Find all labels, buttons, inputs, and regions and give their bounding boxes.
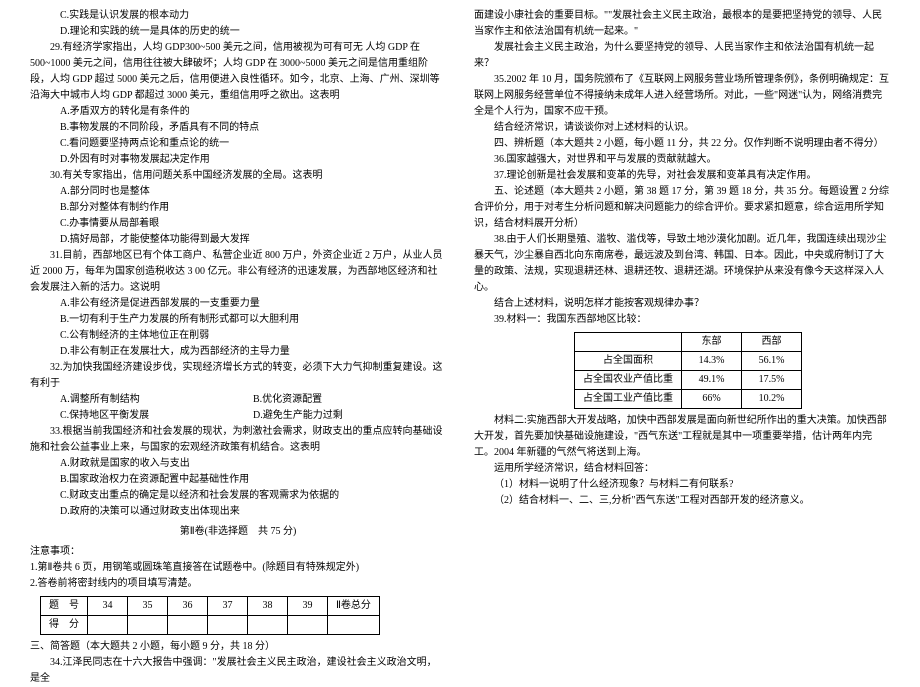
q39-sub2: （2）结合材料一、二、三,分析"西气东送"工程对西部开发的经济意义。 — [474, 493, 890, 509]
q30-opt-c: C.办事情要从局部着眼 — [30, 216, 446, 232]
q31-opt-d: D.非公有制正在发展壮大，成为西部经济的主导力量 — [30, 344, 446, 360]
compare-table: 东部 西部 占全国面积 14.3% 56.1% 占全国农业产值比重 49.1% … — [574, 332, 802, 409]
material-2: 材料二:实施西部大开发战略，加快中西部发展是面向新世纪所作出的重大决策。加快西部… — [474, 413, 890, 461]
q31-opt-a: A.非公有经济是促进西部发展的一支重要力量 — [30, 296, 446, 312]
q29-stem: 29.有经济学家指出，人均 GDP300~500 美元之间，信用被视为可有可无 … — [30, 40, 446, 104]
q30-opt-d: D.搞好局部，才能使整体功能得到最大发挥 — [30, 232, 446, 248]
q31-stem: 31.目前，西部地区已有个体工商户、私营企业近 800 万户，外资企业近 2 万… — [30, 248, 446, 296]
score-blank — [328, 616, 380, 635]
q39-stem: 39.材料一：我国东西部地区比较： — [474, 312, 890, 328]
cmp-r2-east: 49.1% — [682, 371, 742, 390]
q31-opt-c: C.公有制经济的主体地位正在削弱 — [30, 328, 446, 344]
q32-opts-cd: C.保持地区平衡发展 D.避免生产能力过剩 — [30, 408, 446, 424]
score-blank — [248, 616, 288, 635]
cmp-r1-west: 56.1% — [742, 352, 802, 371]
notice-label: 注意事项： — [30, 544, 446, 560]
q32-opts-ab: A.调整所有制结构 B.优化资源配置 — [30, 392, 446, 408]
cmp-east: 东部 — [682, 333, 742, 352]
q35-stem: 35.2002 年 10 月，国务院颁布了《互联网上网服务营业场所管理条例》，条… — [474, 72, 890, 120]
cmp-r3-west: 10.2% — [742, 390, 802, 409]
score-blank — [128, 616, 168, 635]
q31-opt-b: B.一切有利于生产力发展的所有制形式都可以大胆利用 — [30, 312, 446, 328]
part3-heading: 三、简答题（本大题共 2 小题，每小题 9 分，共 18 分） — [30, 639, 446, 655]
q35-question: 结合经济常识，请谈谈你对上述材料的认识。 — [474, 120, 890, 136]
score-col-total: Ⅱ卷总分 — [328, 597, 380, 616]
cmp-r3-east: 66% — [682, 390, 742, 409]
q28-opt-d: D.理论和实践的统一是具体的历史的统一 — [30, 24, 446, 40]
q34-question: 发展社会主义民主政治，为什么要坚持党的领导、人民当家作主和依法治国有机统一起来？ — [474, 40, 890, 72]
cmp-r3-label: 占全国工业产值比重 — [575, 390, 682, 409]
score-col-35: 35 — [128, 597, 168, 616]
notice-2: 2.答卷前将密封线内的项目填写清楚。 — [30, 576, 446, 592]
q38-stem: 38.由于人们长期垦殖、滥牧、滥伐等，导致土地沙漠化加剧。近几年，我国连续出现沙… — [474, 232, 890, 296]
q29-opt-d: D.外因有时对事物发展起决定作用 — [30, 152, 446, 168]
score-table: 题 号 34 35 36 37 38 39 Ⅱ卷总分 得 分 — [40, 596, 380, 635]
q37: 37.理论创新是社会发展和变革的先导，对社会发展和变革具有决定作用。 — [474, 168, 890, 184]
notice-1: 1.第Ⅱ卷共 6 页，用钢笔或圆珠笔直接答在试题卷中。(除题目有特殊规定外) — [30, 560, 446, 576]
score-blank — [208, 616, 248, 635]
q32-opt-d: D.避免生产能力过剩 — [253, 408, 446, 424]
score-th-score: 得 分 — [41, 616, 88, 635]
cmp-r2-label: 占全国农业产值比重 — [575, 371, 682, 390]
score-col-38: 38 — [248, 597, 288, 616]
cmp-r1-label: 占全国面积 — [575, 352, 682, 371]
q29-opt-b: B.事物发展的不同阶段，矛盾具有不同的特点 — [30, 120, 446, 136]
part4-heading: 四、辨析题（本大题共 2 小题，每小题 11 分，共 22 分。仅作判断不说明理… — [474, 136, 890, 152]
q33-opt-c: C.财政支出重点的确定是以经济和社会发展的客观需求为依据的 — [30, 488, 446, 504]
q38-question: 结合上述材料，说明怎样才能按客观规律办事？ — [474, 296, 890, 312]
part5-heading: 五、论述题（本大题共 2 小题，第 38 题 17 分，第 39 题 18 分，… — [474, 184, 890, 232]
cmp-r1-east: 14.3% — [682, 352, 742, 371]
q30-stem: 30.有关专家指出，信用问题关系中国经济发展的全局。这表明 — [30, 168, 446, 184]
q29-opt-a: A.矛盾双方的转化是有条件的 — [30, 104, 446, 120]
q33-opt-a: A.财政就是国家的收入与支出 — [30, 456, 446, 472]
q32-opt-c: C.保持地区平衡发展 — [60, 408, 253, 424]
q28-opt-c: C.实践是认识发展的根本动力 — [30, 8, 446, 24]
cmp-blank — [575, 333, 682, 352]
score-col-36: 36 — [168, 597, 208, 616]
score-col-39: 39 — [288, 597, 328, 616]
score-th-num: 题 号 — [41, 597, 88, 616]
score-blank — [168, 616, 208, 635]
cmp-r2-west: 17.5% — [742, 371, 802, 390]
q30-opt-b: B.部分对整体有制约作用 — [30, 200, 446, 216]
q32-opt-a: A.调整所有制结构 — [60, 392, 253, 408]
q30-opt-a: A.部分同时也是整体 — [30, 184, 446, 200]
score-blank — [288, 616, 328, 635]
q32-stem: 32.为加快我国经济建设步伐，实现经济增长方式的转变，必须下大力气抑制重复建设。… — [30, 360, 446, 392]
score-col-34: 34 — [88, 597, 128, 616]
q34-cont: 面建设小康社会的重要目标。""发展社会主义民主政治，最根本的是要把坚持党的领导、… — [474, 8, 890, 40]
q39-sub1: （1）材料一说明了什么经济现象？与材料二有何联系? — [474, 477, 890, 493]
cmp-west: 西部 — [742, 333, 802, 352]
q36: 36.国家越强大，对世界和平与发展的贡献就越大。 — [474, 152, 890, 168]
section2-title: 第Ⅱ卷(非选择题 共 75 分) — [30, 524, 446, 540]
q34-stem: 34.江泽民同志在十六大报告中强调："发展社会主义民主政治，建设社会主义政治文明… — [30, 655, 446, 687]
q33-stem: 33.根据当前我国经济和社会发展的现状，为刺激社会需求，财政支出的重点应转向基础… — [30, 424, 446, 456]
q39-task: 运用所学经济常识，结合材料回答： — [474, 461, 890, 477]
score-col-37: 37 — [208, 597, 248, 616]
score-blank — [88, 616, 128, 635]
q32-opt-b: B.优化资源配置 — [253, 392, 446, 408]
q33-opt-b: B.国家政治权力在资源配置中起基础性作用 — [30, 472, 446, 488]
q29-opt-c: C.看问题要坚持两点论和重点论的统一 — [30, 136, 446, 152]
q33-opt-d: D.政府的决策可以通过财政支出体现出来 — [30, 504, 446, 520]
